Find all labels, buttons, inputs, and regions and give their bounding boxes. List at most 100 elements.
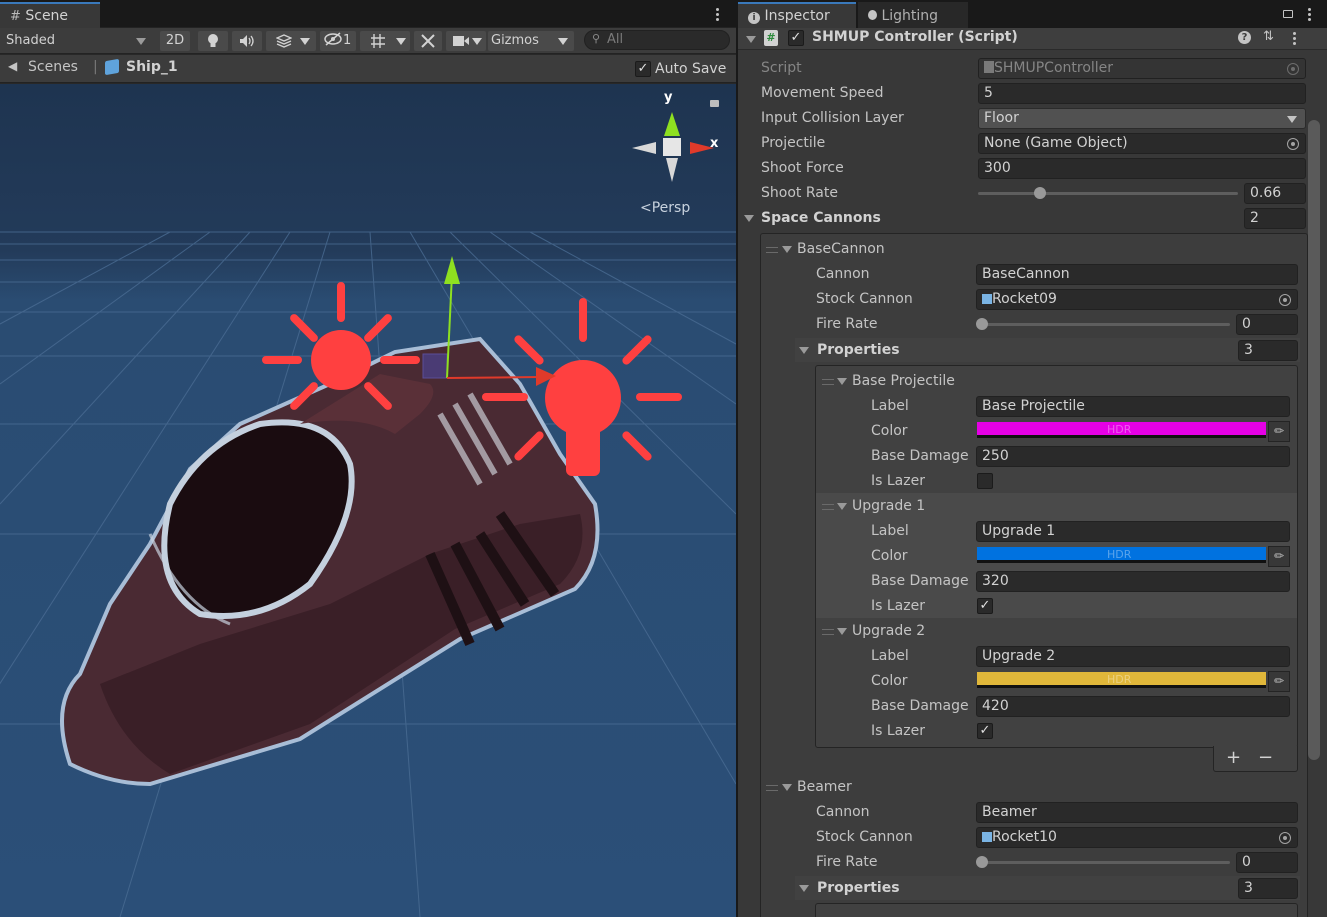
movement-speed-row: Movement Speed 5	[738, 81, 1308, 106]
movement-speed-input[interactable]: 5	[978, 83, 1306, 104]
2d-toggle-button[interactable]: 2D	[160, 31, 190, 51]
input-collision-layer-label: Input Collision Layer	[761, 110, 904, 126]
eyedropper-icon[interactable]: ✏	[1268, 671, 1290, 692]
beamer-properties-row: Properties 3	[738, 876, 1308, 901]
property-color-swatch[interactable]: HDR	[977, 422, 1266, 438]
property-damage-row: Base Damage 420	[738, 694, 1308, 719]
tab-lighting[interactable]: Lighting	[858, 2, 968, 28]
projection-toggle[interactable]: <Persp	[640, 200, 690, 216]
effects-dropdown[interactable]	[266, 31, 316, 51]
property-label-input[interactable]: Base Projectile	[976, 396, 1290, 417]
foldout-arrow-icon[interactable]	[746, 36, 756, 43]
foldout-arrow-icon[interactable]	[799, 885, 809, 892]
scenes-back-icon[interactable]: ◀	[8, 59, 17, 73]
scene-search-input[interactable]: ⚲ All	[584, 30, 730, 50]
lighting-toggle-button[interactable]	[198, 31, 228, 51]
base-damage-label: Base Damage	[871, 698, 969, 714]
base-cannon-fire-rate-input[interactable]: 0	[1236, 314, 1298, 335]
lock-icon[interactable]	[710, 100, 719, 107]
property-lazer-row: Is Lazer ✓	[738, 594, 1308, 619]
drag-handle-icon[interactable]	[822, 504, 834, 510]
speaker-icon	[240, 35, 254, 47]
foldout-arrow-icon[interactable]	[837, 378, 847, 385]
is-lazer-checkbox[interactable]	[977, 473, 993, 489]
input-collision-layer-dropdown[interactable]: Floor	[978, 108, 1306, 129]
beamer-header: Beamer	[738, 775, 1308, 800]
inspector-menu-icon[interactable]	[1308, 8, 1312, 22]
foldout-arrow-icon[interactable]	[799, 347, 809, 354]
property-label-input[interactable]: Upgrade 2	[976, 646, 1290, 667]
object-picker-icon[interactable]	[1279, 832, 1291, 844]
drag-handle-icon[interactable]	[822, 379, 834, 385]
tab-inspector[interactable]: i Inspector	[738, 2, 856, 28]
component-menu-icon[interactable]	[1293, 32, 1297, 46]
property-color-swatch[interactable]: HDR	[977, 672, 1266, 688]
space-cannons-count-input[interactable]: 2	[1244, 208, 1306, 229]
property-damage-input[interactable]: 320	[976, 571, 1290, 592]
base-cannon-stock-field[interactable]: Rocket09	[976, 289, 1298, 310]
property-damage-input[interactable]: 420	[976, 696, 1290, 717]
foldout-arrow-icon[interactable]	[782, 246, 792, 253]
property-label-input[interactable]: Upgrade 1	[976, 521, 1290, 542]
property-title: Upgrade 1	[852, 498, 926, 514]
scene-viewport[interactable]: y x <Persp	[0, 84, 736, 917]
audio-toggle-button[interactable]	[232, 31, 262, 51]
shoot-rate-slider-knob[interactable]	[1034, 187, 1047, 199]
beamer-stock-field[interactable]: Rocket10	[976, 827, 1298, 848]
property-damage-input[interactable]: 250	[976, 446, 1290, 467]
property-color-swatch[interactable]: HDR	[977, 547, 1266, 563]
tab-scene[interactable]: # Scene	[0, 2, 100, 28]
eyedropper-icon[interactable]: ✏	[1268, 421, 1290, 442]
presets-icon[interactable]: ⇅	[1263, 29, 1274, 44]
base-cannon-fire-rate-knob[interactable]	[976, 318, 988, 330]
shoot-rate-input[interactable]: 0.66	[1244, 183, 1306, 204]
is-lazer-checkbox[interactable]: ✓	[977, 723, 993, 739]
scene-menu-icon[interactable]	[716, 8, 720, 22]
foldout-arrow-icon[interactable]	[837, 628, 847, 635]
projectile-field[interactable]: None (Game Object)	[978, 133, 1306, 154]
eyedropper-icon[interactable]: ✏	[1268, 546, 1290, 567]
drag-handle-icon[interactable]	[766, 785, 778, 791]
foldout-arrow-icon[interactable]	[837, 503, 847, 510]
base-cannon-properties-row: Properties 3	[738, 338, 1308, 363]
beamer-properties-count[interactable]: 3	[1238, 878, 1298, 899]
grid-snap-dropdown[interactable]	[360, 31, 410, 51]
lock-icon[interactable]	[1283, 10, 1293, 18]
drag-handle-icon[interactable]	[766, 247, 778, 253]
add-element-button[interactable]: +	[1226, 747, 1241, 768]
is-lazer-checkbox[interactable]: ✓	[977, 598, 993, 614]
base-damage-label: Base Damage	[871, 573, 969, 589]
auto-save-checkbox[interactable]: ✓	[635, 61, 651, 77]
orientation-gizmo[interactable]: y x	[626, 90, 722, 186]
script-icon: #	[764, 30, 778, 46]
drag-handle-icon[interactable]	[822, 629, 834, 635]
object-picker-icon[interactable]	[1287, 138, 1299, 150]
tools-button[interactable]	[414, 31, 442, 51]
beamer-cannon-input[interactable]: Beamer	[976, 802, 1298, 823]
input-collision-layer-row: Input Collision Layer Floor	[738, 106, 1308, 131]
shoot-rate-slider[interactable]	[978, 192, 1238, 195]
scene-visibility-button[interactable]: 1	[320, 31, 356, 51]
foldout-arrow-icon[interactable]	[782, 784, 792, 791]
beamer-fire-rate-slider[interactable]	[978, 861, 1230, 864]
base-cannon-properties-count[interactable]: 3	[1238, 340, 1298, 361]
fire-rate-label: Fire Rate	[816, 854, 878, 870]
beamer-fire-rate-input[interactable]: 0	[1236, 852, 1298, 873]
base-cannon-fire-rate-slider[interactable]	[978, 323, 1230, 326]
breadcrumb-ship[interactable]: Ship_1	[126, 59, 178, 75]
eye-hidden-icon	[324, 32, 342, 46]
remove-element-button[interactable]: −	[1258, 747, 1273, 768]
base-cannon-cannon-input[interactable]: BaseCannon	[976, 264, 1298, 285]
inspector-scrollbar[interactable]	[1308, 120, 1320, 760]
camera-dropdown[interactable]	[446, 31, 486, 51]
object-picker-icon[interactable]	[1279, 294, 1291, 306]
shoot-force-input[interactable]: 300	[978, 158, 1306, 179]
foldout-arrow-icon[interactable]	[744, 215, 754, 222]
breadcrumb-scenes[interactable]: Scenes	[28, 59, 78, 75]
shading-mode-dropdown[interactable]: Shaded	[0, 31, 152, 51]
beamer-fire-rate-knob[interactable]	[976, 856, 988, 868]
component-header[interactable]: # ✓ SHMUP Controller (Script) ? ⇅	[738, 28, 1327, 50]
component-enabled-checkbox[interactable]: ✓	[788, 30, 804, 46]
help-icon[interactable]: ?	[1238, 31, 1251, 44]
gizmos-dropdown[interactable]: Gizmos	[488, 31, 574, 51]
